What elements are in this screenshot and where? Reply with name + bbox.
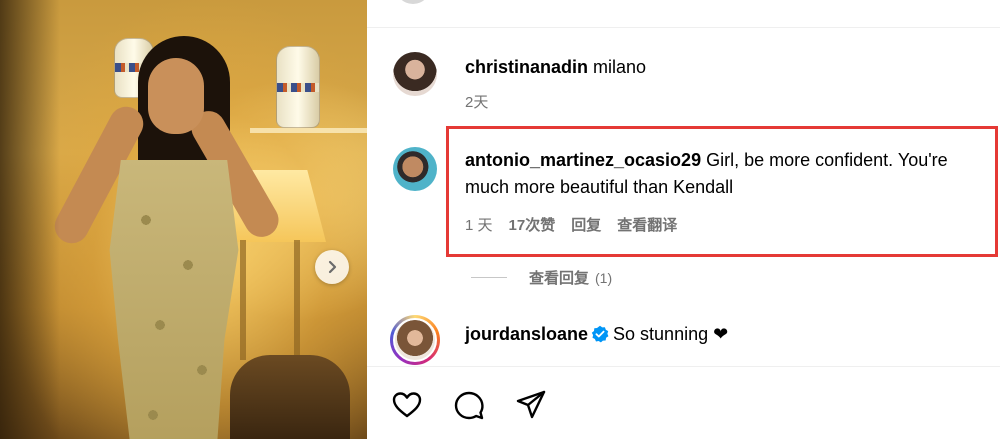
post-image <box>0 0 367 439</box>
avatar[interactable] <box>390 315 440 365</box>
chevron-right-icon <box>328 260 337 274</box>
image-shadow <box>0 0 60 439</box>
comment-username[interactable]: christinanadin <box>465 57 588 77</box>
divider <box>471 277 507 278</box>
image-shelf <box>250 128 367 133</box>
highlight-box <box>446 126 998 257</box>
comment-icon <box>454 391 484 420</box>
comment-button[interactable] <box>451 387 487 423</box>
comment-username[interactable]: jourdansloane <box>465 324 588 344</box>
avatar[interactable] <box>393 147 437 191</box>
view-replies-count: (1) <box>595 269 613 286</box>
divider <box>367 27 1000 28</box>
avatar[interactable] <box>393 52 437 96</box>
comment-content: milano <box>593 57 647 77</box>
comments-panel: christinanadin milano 2天 antonio_martine… <box>367 0 1000 439</box>
image-jar-right <box>276 46 320 128</box>
image-figure-dress <box>109 160 239 439</box>
comment-text: christinanadin milano <box>465 54 1000 81</box>
image-lamp-base <box>240 240 300 360</box>
view-replies-button[interactable]: 查看回复 (1) <box>471 267 612 288</box>
verified-badge-icon <box>591 325 609 343</box>
comment-content: So stunning ❤ <box>613 324 729 344</box>
divider <box>367 366 1000 367</box>
share-icon <box>516 390 546 419</box>
post-actions <box>389 387 549 423</box>
heart-icon <box>392 392 422 418</box>
share-button[interactable] <box>513 387 549 423</box>
like-button[interactable] <box>389 387 425 423</box>
comment-text: jourdansloane So stunning ❤ <box>465 321 1000 348</box>
comment-time[interactable]: 2天 <box>465 91 488 112</box>
image-figure-face <box>148 58 204 134</box>
comment-meta: 2天 <box>465 91 504 112</box>
avatar[interactable] <box>395 0 431 4</box>
next-image-button[interactable] <box>315 250 349 284</box>
image-side-table <box>230 355 350 439</box>
view-replies-label: 查看回复 <box>529 270 590 287</box>
